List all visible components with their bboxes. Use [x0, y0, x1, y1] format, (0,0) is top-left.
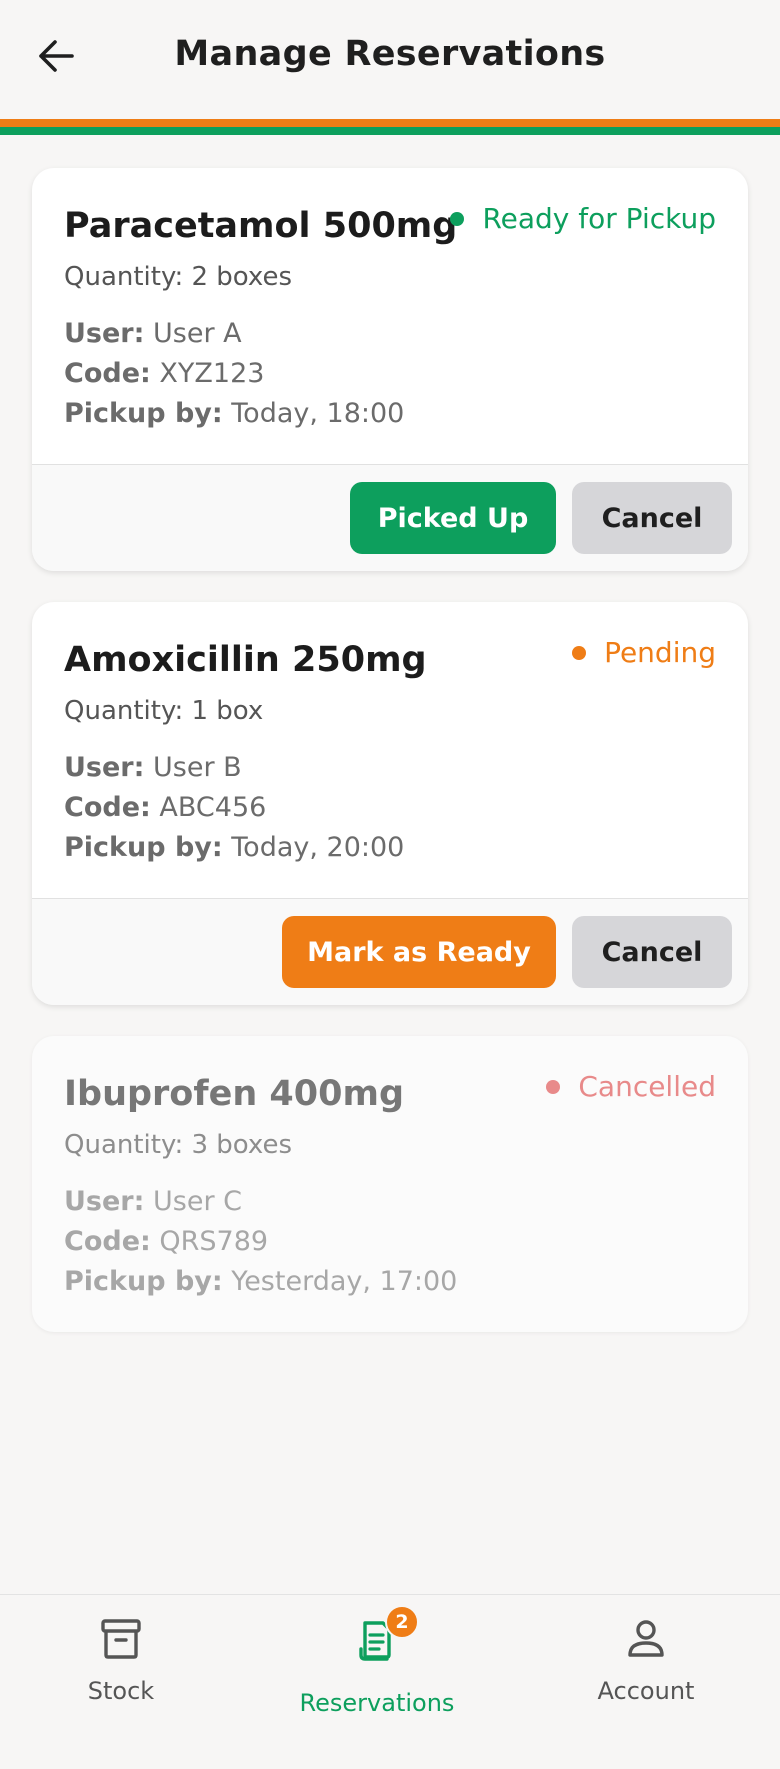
- pickup-value: Today, 20:00: [231, 832, 405, 863]
- person-icon: [622, 1615, 670, 1663]
- code-key: Code:: [64, 358, 151, 389]
- pickup-row: Pickup by: Today, 20:00: [64, 832, 404, 863]
- user-key: User:: [64, 1186, 145, 1217]
- status-badge: Pending: [572, 636, 716, 669]
- code-row: Code: QRS789: [64, 1226, 268, 1257]
- quantity-text: Quantity: 3 boxes: [64, 1130, 293, 1160]
- quantity-text: Quantity: 2 boxes: [64, 262, 293, 292]
- reservation-card: Paracetamol 500mg Ready for Pickup Quant…: [32, 168, 748, 571]
- card-actions: Picked Up Cancel: [32, 464, 748, 571]
- code-value: ABC456: [159, 792, 267, 823]
- user-row: User: User C: [64, 1186, 242, 1217]
- code-row: Code: XYZ123: [64, 358, 264, 389]
- user-key: User:: [64, 318, 145, 349]
- reservation-card: Amoxicillin 250mg Pending Quantity: 1 bo…: [32, 602, 748, 1005]
- picked-up-button[interactable]: Picked Up: [350, 482, 556, 554]
- nav-label-account: Account: [597, 1677, 695, 1705]
- quantity-text: Quantity: 1 box: [64, 696, 264, 726]
- reservation-card: Ibuprofen 400mg Cancelled Quantity: 3 bo…: [32, 1036, 748, 1332]
- user-value: User A: [153, 318, 242, 349]
- page-title: Manage Reservations: [174, 34, 606, 74]
- pickup-key: Pickup by:: [64, 832, 223, 863]
- status-badge: Ready for Pickup: [450, 202, 716, 235]
- bottom-nav: Stock 2 Reservations Account: [0, 1594, 780, 1769]
- nav-item-account[interactable]: Account: [565, 1595, 727, 1769]
- status-badge: Cancelled: [546, 1070, 716, 1103]
- header-stripe-green: [0, 127, 780, 135]
- nav-label-stock: Stock: [87, 1677, 155, 1705]
- pickup-row: Pickup by: Today, 18:00: [64, 398, 404, 429]
- user-row: User: User A: [64, 318, 242, 349]
- app-header: Manage Reservations: [0, 0, 780, 119]
- status-label: Pending: [604, 636, 716, 669]
- code-key: Code:: [64, 792, 151, 823]
- user-row: User: User B: [64, 752, 242, 783]
- status-dot: [450, 211, 465, 226]
- status-label: Cancelled: [578, 1070, 716, 1103]
- mark-as-ready-button[interactable]: Mark as Ready: [282, 916, 556, 988]
- pickup-value: Today, 18:00: [231, 398, 405, 429]
- cancel-button[interactable]: Cancel: [572, 482, 732, 554]
- nav-item-stock[interactable]: Stock: [40, 1595, 202, 1769]
- user-key: User:: [64, 752, 145, 783]
- medicine-name: Paracetamol 500mg: [64, 206, 458, 246]
- reservations-badge: 2: [385, 1605, 419, 1639]
- medicine-name: Amoxicillin 250mg: [64, 640, 427, 680]
- pickup-key: Pickup by:: [64, 1266, 223, 1297]
- code-value: XYZ123: [159, 358, 265, 389]
- cancel-button[interactable]: Cancel: [572, 916, 732, 988]
- user-value: User C: [153, 1186, 242, 1217]
- nav-item-reservations[interactable]: 2 Reservations: [277, 1595, 477, 1769]
- medicine-name: Ibuprofen 400mg: [64, 1074, 405, 1114]
- nav-label-reservations: Reservations: [299, 1689, 455, 1717]
- pickup-row: Pickup by: Yesterday, 17:00: [64, 1266, 457, 1297]
- pickup-value: Yesterday, 17:00: [231, 1266, 458, 1297]
- status-dot: [546, 1079, 561, 1094]
- card-actions: Mark as Ready Cancel: [32, 898, 748, 1005]
- status-label: Ready for Pickup: [482, 202, 716, 235]
- code-value: QRS789: [159, 1226, 269, 1257]
- code-row: Code: ABC456: [64, 792, 266, 823]
- header-stripe-orange: [0, 119, 780, 127]
- status-dot: [572, 645, 587, 660]
- code-key: Code:: [64, 1226, 151, 1257]
- pickup-key: Pickup by:: [64, 398, 223, 429]
- archive-box-icon: [97, 1615, 145, 1663]
- receipt-icon: 2: [353, 1605, 419, 1663]
- user-value: User B: [153, 752, 242, 783]
